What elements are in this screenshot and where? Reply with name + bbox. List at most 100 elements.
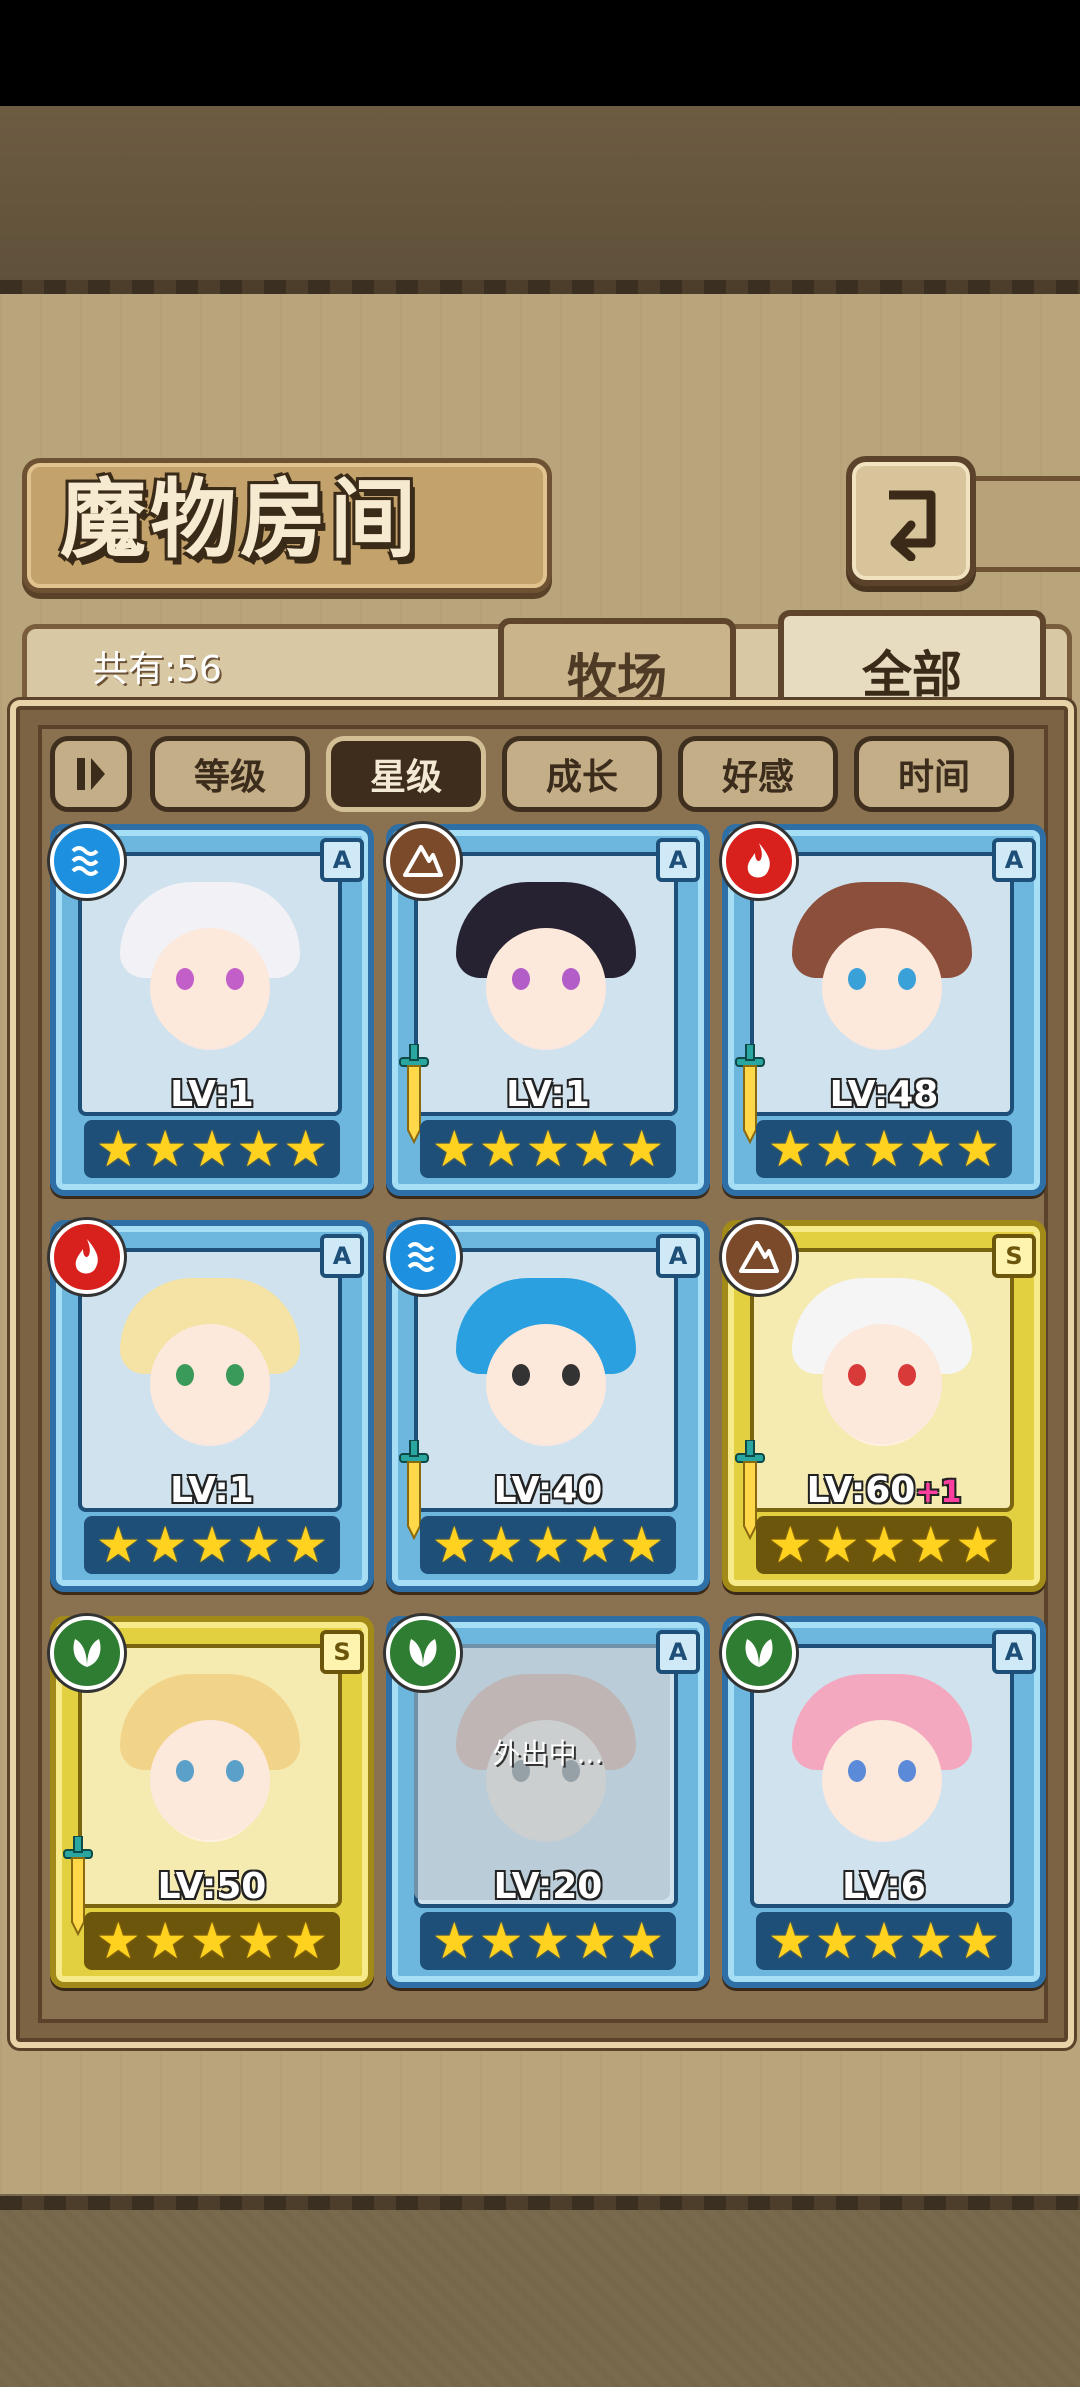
monster-card[interactable]: A LV:1 ★ ★ ★ ★ ★ xyxy=(50,1220,374,1592)
monster-face xyxy=(822,928,942,1048)
sort-level-button[interactable]: 等级 xyxy=(150,736,310,812)
monster-eye xyxy=(176,1760,194,1782)
star-rating: ★ ★ ★ ★ ★ xyxy=(756,1912,1012,1970)
star-icon: ★ xyxy=(478,1120,524,1178)
wood-symbol-icon xyxy=(409,1639,437,1667)
level-bonus: +1 xyxy=(915,1475,962,1510)
rank-badge: A xyxy=(656,838,700,882)
monster-card[interactable]: S LV:60+1 ★ ★ ★ ★ ★ xyxy=(722,1220,1046,1592)
sort-growth-button[interactable]: 成长 xyxy=(502,736,662,812)
star-icon: ★ xyxy=(572,1516,618,1574)
star-icon: ★ xyxy=(572,1912,618,1970)
star-rating: ★ ★ ★ ★ ★ xyxy=(84,1120,340,1178)
sort-affection-button[interactable]: 好感 xyxy=(678,736,838,812)
star-icon: ★ xyxy=(236,1120,282,1178)
water-symbol-icon xyxy=(407,1242,435,1272)
level-value: LV:20 xyxy=(493,1866,603,1907)
page-title: 魔物房间 xyxy=(60,469,420,570)
monster-card[interactable]: A LV:1 ★ ★ ★ ★ ★ xyxy=(386,824,710,1196)
wood-symbol-icon xyxy=(745,1639,773,1667)
earth-symbol-icon xyxy=(739,1241,779,1273)
monster-card[interactable]: 外出中... A LV:20 ★ ★ ★ ★ ★ xyxy=(386,1616,710,1988)
rank-badge: S xyxy=(992,1234,1036,1278)
sort-direction-button[interactable] xyxy=(50,736,132,812)
sort-label: 好感 xyxy=(721,757,794,798)
monster-face xyxy=(822,1720,942,1840)
star-icon: ★ xyxy=(431,1120,477,1178)
level-label: LV:60+1 xyxy=(728,1470,1040,1511)
star-icon: ★ xyxy=(283,1120,329,1178)
star-rating: ★ ★ ★ ★ ★ xyxy=(756,1516,1012,1574)
monster-eye xyxy=(176,1364,194,1386)
level-value: LV:50 xyxy=(157,1866,267,1907)
rank-badge: S xyxy=(320,1630,364,1674)
back-rail xyxy=(964,476,1080,572)
level-value: LV:1 xyxy=(506,1074,590,1115)
monster-face xyxy=(150,1720,270,1840)
star-rating: ★ ★ ★ ★ ★ xyxy=(84,1912,340,1970)
monster-card[interactable]: A LV:6 ★ ★ ★ ★ ★ xyxy=(722,1616,1046,1988)
level-label: LV:20 xyxy=(392,1866,704,1907)
star-icon: ★ xyxy=(619,1912,665,1970)
wood-element-icon xyxy=(722,1616,796,1690)
wood-symbol-icon xyxy=(73,1639,101,1667)
sort-label: 成长 xyxy=(545,757,618,798)
star-icon: ★ xyxy=(955,1912,1001,1970)
star-icon: ★ xyxy=(95,1516,141,1574)
monster-eye xyxy=(512,968,530,990)
star-icon: ★ xyxy=(767,1516,813,1574)
star-icon: ★ xyxy=(283,1912,329,1970)
star-icon: ★ xyxy=(861,1516,907,1574)
rank-badge: A xyxy=(656,1234,700,1278)
star-icon: ★ xyxy=(955,1120,1001,1178)
level-value: LV:1 xyxy=(170,1470,254,1511)
away-overlay xyxy=(414,1644,670,1900)
monster-card[interactable]: A LV:40 ★ ★ ★ ★ ★ xyxy=(386,1220,710,1592)
star-icon: ★ xyxy=(767,1912,813,1970)
monster-card[interactable]: A LV:48 ★ ★ ★ ★ ★ xyxy=(722,824,1046,1196)
level-value: LV:40 xyxy=(493,1470,603,1511)
sort-time-button[interactable]: 时间 xyxy=(854,736,1014,812)
back-button[interactable] xyxy=(846,456,976,586)
monster-face xyxy=(822,1324,942,1444)
wood-element-icon xyxy=(386,1616,460,1690)
water-element-icon xyxy=(50,824,124,898)
fire-symbol-icon xyxy=(747,843,770,878)
level-label: LV:40 xyxy=(392,1470,704,1511)
level-value: LV:48 xyxy=(829,1074,939,1115)
monster-eye xyxy=(176,968,194,990)
earth-element-icon xyxy=(386,824,460,898)
monster-eye xyxy=(512,1364,530,1386)
monster-eye xyxy=(562,968,580,990)
star-icon: ★ xyxy=(908,1516,954,1574)
star-icon: ★ xyxy=(525,1912,571,1970)
monster-face xyxy=(486,1324,606,1444)
level-label: LV:1 xyxy=(392,1074,704,1115)
level-label: LV:50 xyxy=(56,1866,368,1907)
sort-label: 等级 xyxy=(193,757,266,798)
monster-card[interactable]: A LV:1 ★ ★ ★ ★ ★ xyxy=(50,824,374,1196)
star-icon: ★ xyxy=(908,1120,954,1178)
water-element-icon xyxy=(386,1220,460,1294)
star-icon: ★ xyxy=(236,1912,282,1970)
star-icon: ★ xyxy=(861,1120,907,1178)
star-rating: ★ ★ ★ ★ ★ xyxy=(756,1120,1012,1178)
monster-eye xyxy=(226,1364,244,1386)
level-value: LV:60 xyxy=(806,1470,916,1511)
monster-eye xyxy=(898,968,916,990)
star-rating: ★ ★ ★ ★ ★ xyxy=(420,1516,676,1574)
star-icon: ★ xyxy=(767,1120,813,1178)
rank-badge: A xyxy=(320,838,364,882)
away-status: 外出中... xyxy=(492,1737,604,1770)
monster-card[interactable]: S LV:50 ★ ★ ★ ★ ★ xyxy=(50,1616,374,1988)
top-border xyxy=(0,280,1080,294)
monster-count: 共有:56 xyxy=(92,649,222,690)
star-icon: ★ xyxy=(814,1912,860,1970)
star-icon: ★ xyxy=(142,1516,188,1574)
bottom-border xyxy=(0,2196,1080,2210)
star-icon: ★ xyxy=(142,1120,188,1178)
star-icon: ★ xyxy=(431,1516,477,1574)
sort-star-button[interactable]: 星级 xyxy=(326,736,486,812)
level-label: LV:6 xyxy=(728,1866,1040,1907)
rank-badge: A xyxy=(992,1630,1036,1674)
